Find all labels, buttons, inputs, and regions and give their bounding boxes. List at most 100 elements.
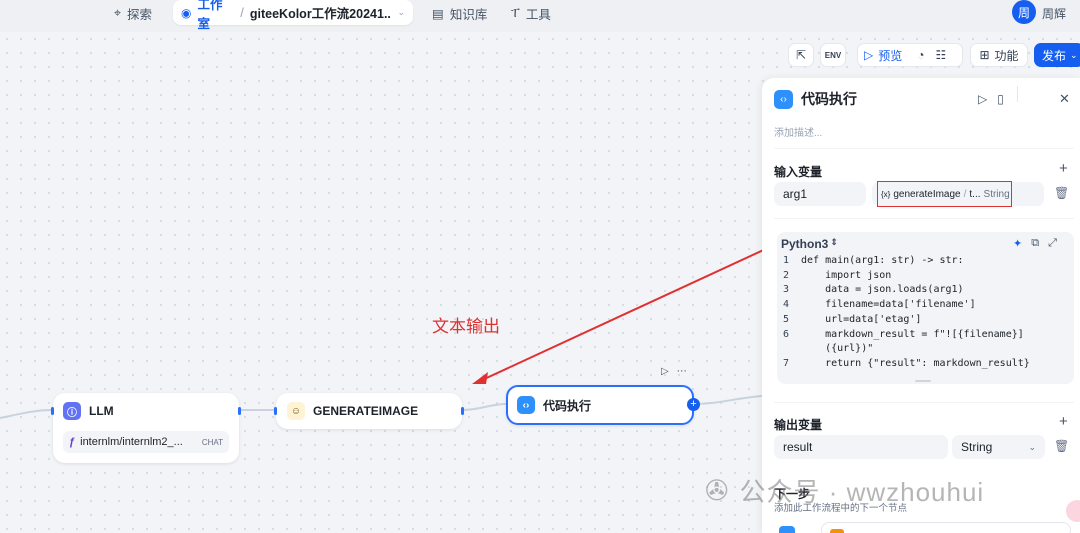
run-node-icon[interactable]: ▷ [661,366,669,377]
code-text: return {"result": markdown_result} [801,357,1030,369]
input-var-source-highlight: {x} generateImage / t... String [877,181,1012,207]
input-var-source-field[interactable]: {x} generateImage / t... String [872,181,1044,207]
line-number: 5 [783,313,790,325]
llm-mode-badge: CHAT [201,437,223,447]
book-icon[interactable]: ▯ [997,92,1004,106]
code-text: ({url})" [801,343,874,355]
line-number: 3 [783,284,790,296]
add-output-var-icon[interactable]: + [1059,413,1068,430]
watermark: ✇ 公众号 · wwzhouhui [705,472,984,509]
chevron-down-icon: ⌄ [1028,441,1036,452]
tool-avatar-icon: ☺ [287,402,305,420]
code-line: 7 return {"result": markdown_result} [781,357,1030,372]
edge-generate-code [461,403,507,411]
code-text: data = json.loads(arg1) [801,284,964,296]
code-editor[interactable]: Python3 ⇕ ✦ ⧉ ⤢ 1 def main(arg1: str) -> … [777,232,1074,384]
output-var-type-select[interactable]: String ⌄ [952,435,1045,459]
node-generateimage-title: GENERATEIMAGE [313,404,419,418]
panel-title[interactable]: 代码执行 [801,89,857,109]
language-select[interactable]: Python3 ⇕ [781,237,838,251]
line-number [781,342,801,357]
input-var-field: t... [969,188,981,200]
next-node-card[interactable] [821,522,1071,533]
close-icon[interactable]: ✕ [1059,91,1070,107]
code-line: 2 import json [781,269,1030,284]
output-var-name: result [783,440,813,454]
input-var-type: String [983,188,1010,200]
node-generateimage[interactable]: ☺ GENERATEIMAGE [274,393,464,429]
code-line: ({url})" [781,342,1030,357]
resize-handle[interactable] [915,380,931,382]
code-lines: 1 def main(arg1: str) -> str: 2 import jso… [781,254,1030,372]
edge-in-llm [0,409,53,419]
node-llm-target-handle[interactable] [51,407,54,415]
code-icon: ‹› [517,396,535,414]
language-label: Python3 [781,237,829,251]
llm-model-name: internlm/internlm2_... [80,436,183,448]
divider [774,148,1074,149]
code-line: 1 def main(arg1: str) -> str: [781,254,1030,269]
chevron-updown-icon: ⇕ [830,237,838,247]
code-text: def main(arg1: str) -> str: [801,255,964,266]
node-generate-source-handle[interactable] [461,407,464,415]
input-var-name: arg1 [783,187,808,201]
trash-icon[interactable]: 🗑 [1054,186,1069,200]
trash-icon[interactable]: 🗑 [1054,439,1069,453]
copy-icon[interactable]: ⧉ [1031,237,1039,250]
code-line: 5 url=data['etag'] [781,313,1030,328]
code-editor-actions: ✦ ⧉ ⤢ [1013,237,1057,250]
node-code-title: 代码执行 [543,398,592,413]
wechat-icon: ✇ [705,475,730,506]
code-line: 4 filename=data['filename'] [781,298,1030,313]
annotation-text: 文本输出 [432,317,500,336]
node-code[interactable]: ‹› 代码执行 + [506,385,700,425]
annotation-arrow-head [472,372,488,384]
panel-description[interactable]: 添加描述... [774,124,822,139]
model-icon: ƒ [69,436,76,448]
expand-icon[interactable]: ⤢ [1048,237,1057,250]
line-number: 1 [783,255,790,266]
node-llm[interactable]: ⓘ LLM ƒ internlm/internlm2_... CHAT [51,393,241,463]
node-llm-header: ⓘ LLM [63,402,114,420]
input-var-source: generateImage [893,188,961,200]
code-icon: ‹› [774,89,793,109]
code-text: url=data['etag'] [801,313,922,325]
node-code-header: ‹› 代码执行 [517,396,591,414]
input-var-name-field[interactable]: arg1 [774,182,866,206]
output-var-type: String [961,440,993,454]
code-line: 6 markdown_result = f"![{filename}] [781,328,1030,343]
panel-header: ‹› 代码执行 [774,89,857,109]
add-next-node-icon[interactable]: + [687,398,700,411]
output-var-name-field[interactable]: result [774,435,948,459]
code-icon [779,526,795,533]
variable-icon: {x} [881,189,891,199]
code-text: filename=data['filename'] [801,299,976,311]
run-step-icon[interactable]: ▷ [978,92,987,106]
line-number: 2 [783,269,790,281]
llm-icon: ⓘ [63,402,81,420]
line-number: 7 [783,357,790,369]
code-text: markdown_result = f"![{filename}] [801,328,1024,340]
divider [774,218,1074,219]
divider [1017,86,1018,102]
output-vars-title: 输出变量 [774,418,823,432]
code-line: 3 data = json.loads(arg1) [781,283,1030,298]
watermark-text: 公众号 · wwzhouhui [739,477,985,507]
llm-model-badge[interactable]: ƒ internlm/internlm2_... CHAT [63,431,229,453]
sparkle-icon[interactable]: ✦ [1013,237,1022,250]
line-number: 6 [783,328,790,340]
next-node-icon [830,529,844,533]
node-llm-title: LLM [89,404,114,418]
node-generateimage-header: ☺ GENERATEIMAGE [287,402,418,420]
node-generate-target-handle[interactable] [274,407,277,415]
input-vars-title: 输入变量 [774,165,823,179]
divider [774,402,1074,403]
node-code-actions: ▷ ⋯ [661,366,687,377]
add-input-var-icon[interactable]: + [1059,160,1068,177]
panel-header-actions: ▷ ▯ [978,92,1004,106]
edge-code-out [693,395,763,405]
line-number: 4 [783,299,790,311]
more-icon[interactable]: ⋯ [677,366,687,377]
node-llm-source-handle[interactable] [238,407,241,415]
code-text: import json [801,269,892,281]
